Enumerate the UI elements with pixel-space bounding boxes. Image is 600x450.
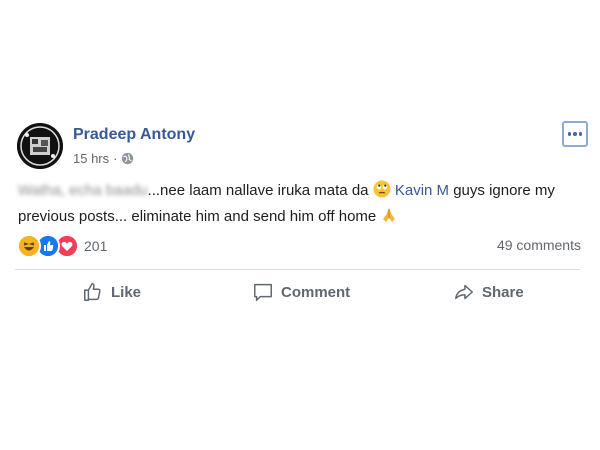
post-time[interactable]: 15 hrs — [73, 151, 109, 166]
more-options-icon — [567, 132, 572, 136]
mention-link[interactable]: Kavin M — [395, 182, 449, 199]
share-label: Share — [482, 283, 524, 301]
reactions-summary[interactable]: 201 — [17, 234, 108, 258]
author-name[interactable]: Pradeep Antony — [73, 126, 195, 144]
comments-count[interactable]: 49 comments — [497, 237, 581, 253]
share-button[interactable]: Share — [453, 272, 524, 312]
comment-icon — [254, 283, 272, 301]
more-options-button[interactable] — [562, 121, 588, 147]
folded-hands-emoji — [383, 208, 396, 222]
meta-separator: · — [113, 151, 118, 166]
share-icon — [455, 284, 473, 300]
post-text: Watha, echa baadu...nee laam nallave iru… — [18, 178, 588, 230]
blurred-text: Watha, echa baadu — [18, 182, 148, 199]
post-meta: 15 hrs · — [73, 151, 134, 166]
like-button[interactable]: Like — [82, 272, 141, 312]
more-options-dot — [578, 132, 583, 136]
rolling-eyes-emoji — [373, 180, 391, 198]
actions-divider — [15, 269, 580, 270]
haha-reaction-icon — [17, 234, 41, 258]
avatar-image — [17, 123, 63, 169]
comment-button[interactable]: Comment — [252, 272, 350, 312]
more-options-dot — [573, 132, 577, 136]
post-actions: Like Comment Share — [15, 272, 580, 312]
globe-icon[interactable] — [121, 152, 134, 165]
thumbs-up-icon — [84, 283, 101, 301]
reactions-count: 201 — [84, 238, 108, 254]
like-label: Like — [111, 283, 142, 301]
comment-label: Comment — [281, 283, 351, 301]
post-text-part1: ...nee laam nallave iruka mata da — [147, 182, 369, 199]
author-avatar[interactable] — [17, 123, 63, 169]
